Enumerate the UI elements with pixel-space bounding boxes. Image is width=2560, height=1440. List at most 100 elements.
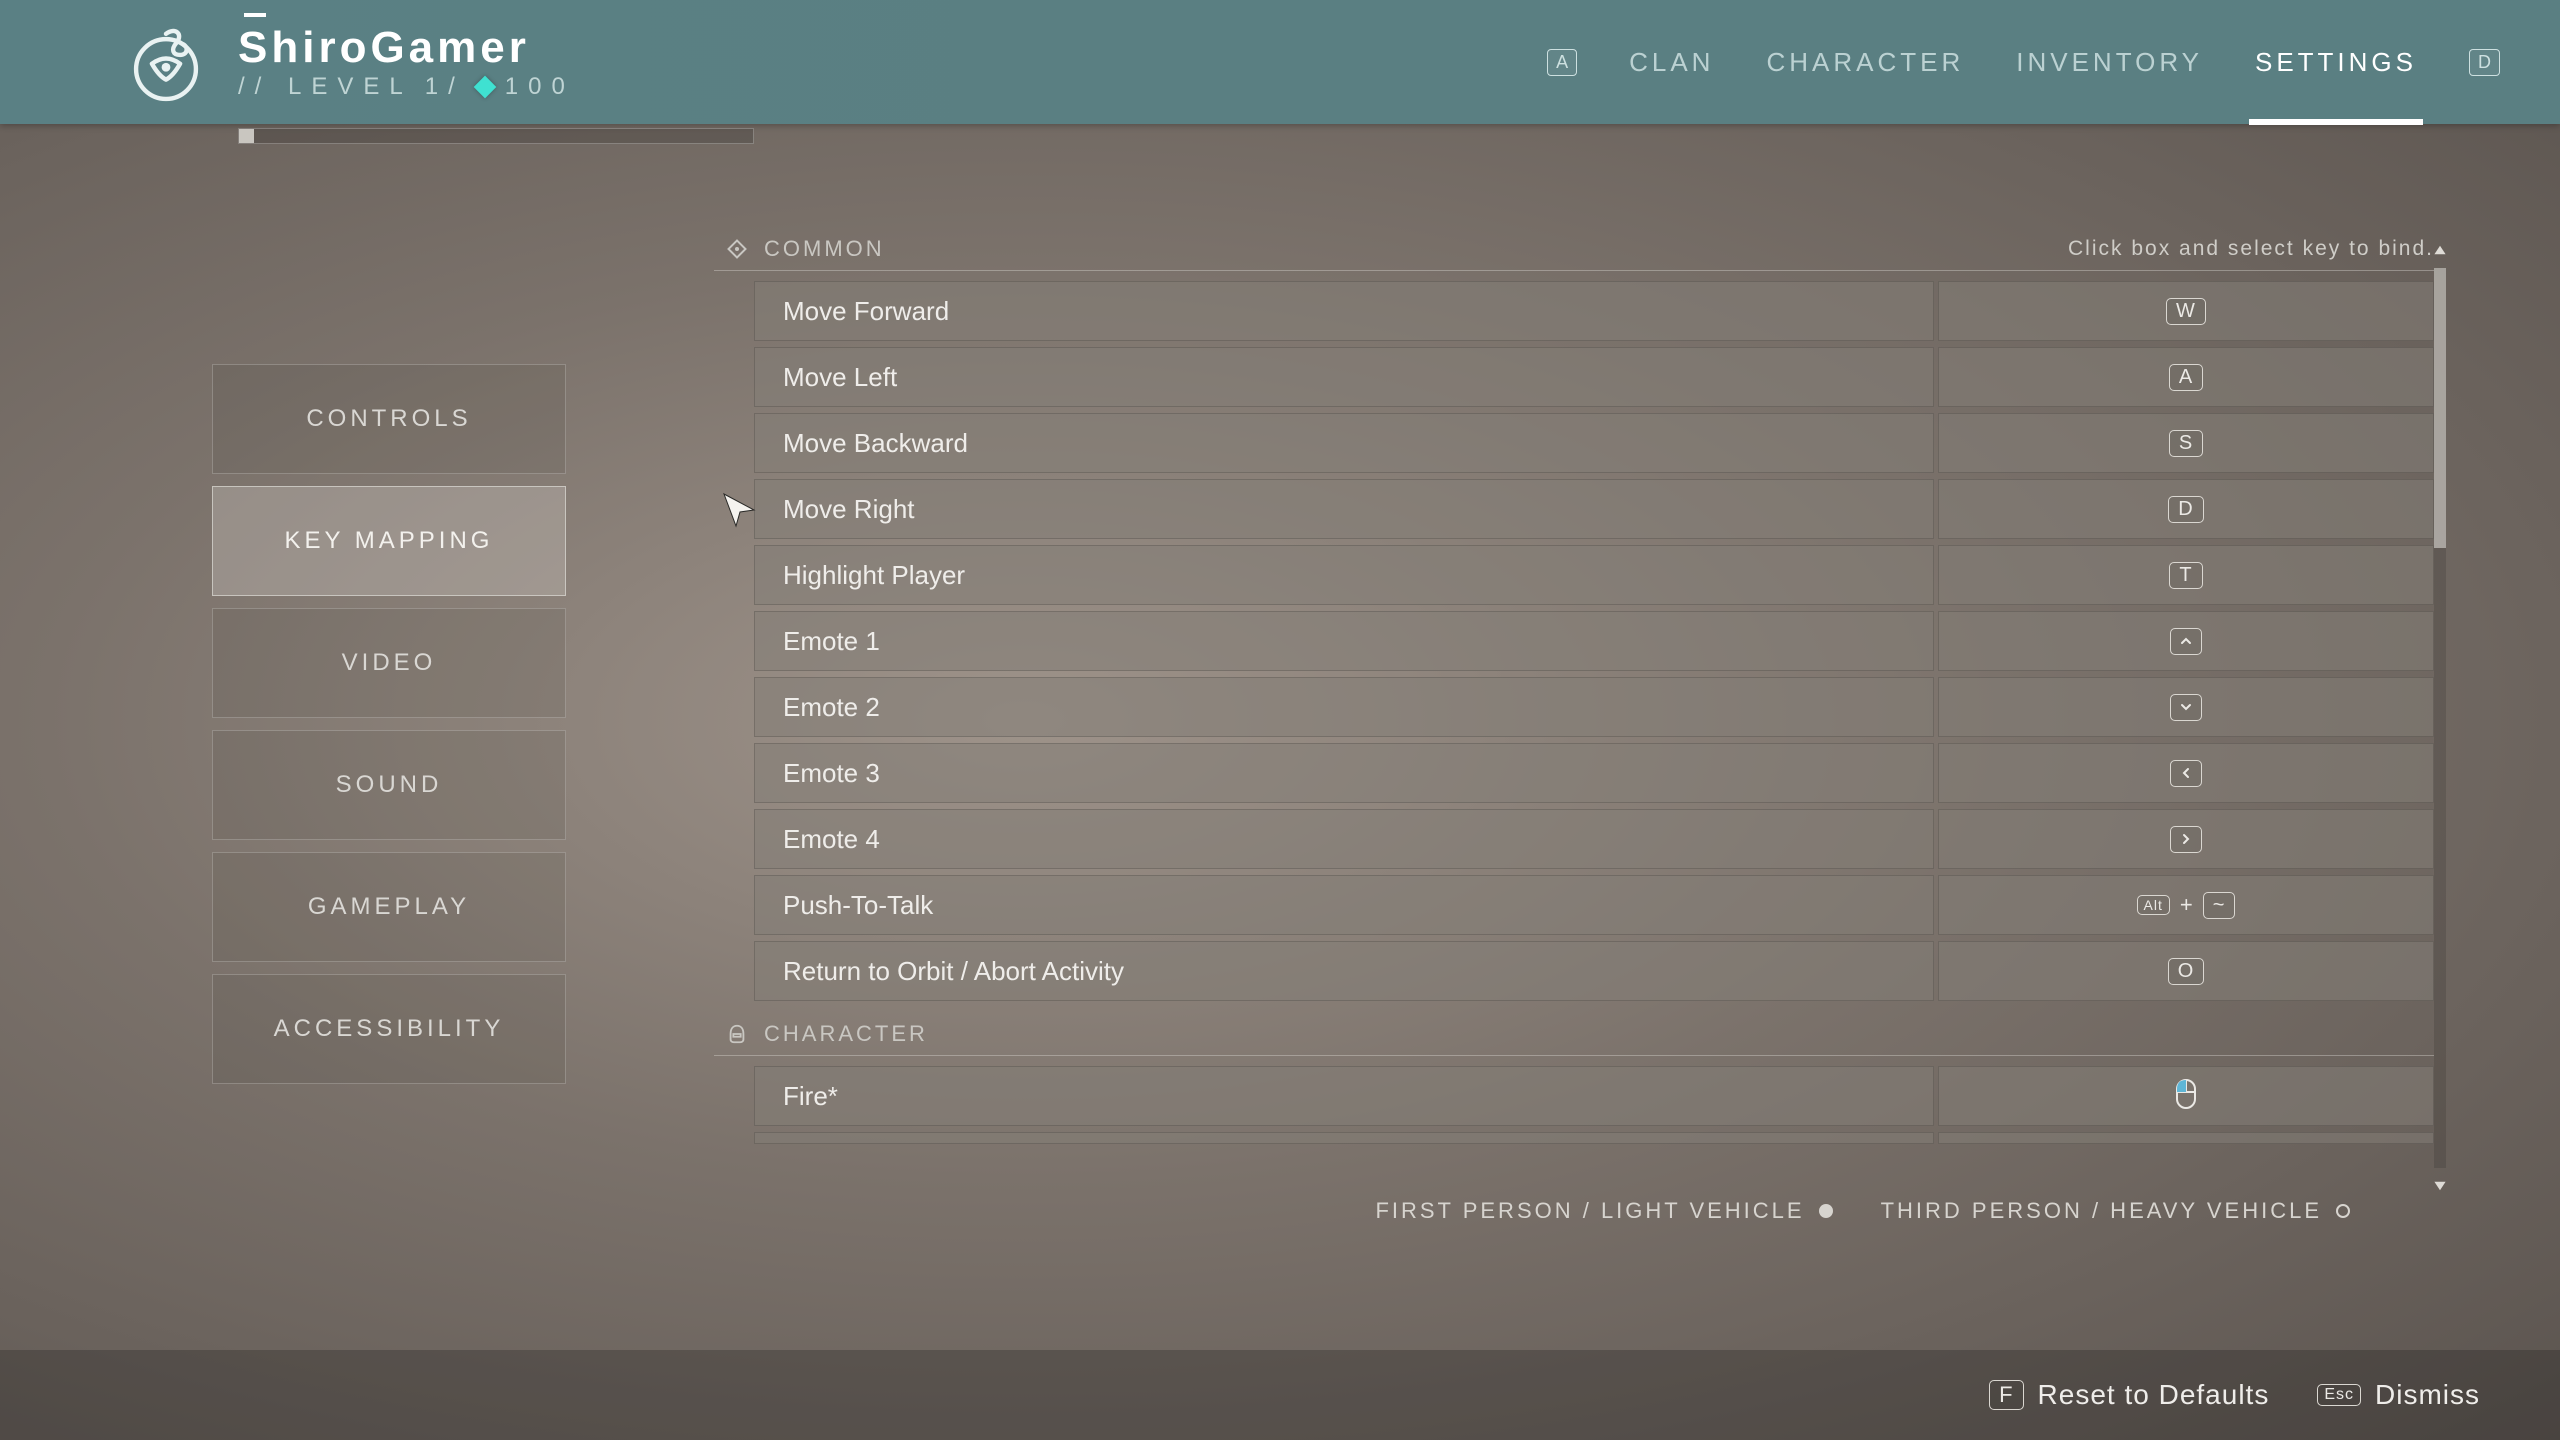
bottom-bar: F Reset to Defaults Esc Dismiss (0, 1350, 2560, 1440)
nav-next-hint: D (2469, 49, 2500, 76)
bind-key-emote-2[interactable] (1938, 677, 2434, 737)
legend-third: THIRD PERSON / HEAVY VEHICLE (1881, 1198, 2322, 1224)
bind-key-highlight-player[interactable]: T (1938, 545, 2434, 605)
bind-key-partial[interactable] (1938, 1132, 2434, 1144)
bind-label: Emote 3 (754, 743, 1934, 803)
bind-key-fire[interactable] (1938, 1066, 2434, 1126)
nav-prev-hint: A (1547, 49, 1577, 76)
top-nav: A CLAN CHARACTER INVENTORY SETTINGS D (1547, 47, 2500, 78)
section-rule (714, 270, 2434, 271)
bind-row-highlight-player: Highlight Player T (754, 545, 2434, 605)
keycap-tilde: ~ (2203, 892, 2236, 919)
level-prefix: // LEVEL (238, 73, 413, 101)
bind-label: Return to Orbit / Abort Activity (754, 941, 1934, 1001)
bind-row-emote-1: Emote 1 (754, 611, 2434, 671)
bind-row-fire: Fire* (754, 1066, 2434, 1126)
keycap: T (2169, 562, 2202, 589)
bind-label: Emote 1 (754, 611, 1934, 671)
reset-label: Reset to Defaults (2038, 1379, 2270, 1411)
scrollbar[interactable] (2426, 236, 2454, 1200)
bind-key-emote-4[interactable] (1938, 809, 2434, 869)
helmet-icon (724, 1021, 750, 1047)
section-character: CHARACTER Fire* (714, 1021, 2434, 1144)
scroll-track[interactable] (2434, 268, 2446, 1168)
legend-first: FIRST PERSON / LIGHT VEHICLE (1375, 1198, 1804, 1224)
arrow-up-icon (2170, 628, 2202, 655)
section-header-character: CHARACTER (714, 1021, 2434, 1047)
common-rows: Move Forward W Move Left A Move Backward… (714, 281, 2434, 1001)
bind-key-move-right[interactable]: D (1938, 479, 2434, 539)
level-row: // LEVEL 1/ 100 (238, 73, 575, 101)
key-combo: Alt + ~ (2137, 892, 2236, 919)
bind-key-emote-1[interactable] (1938, 611, 2434, 671)
scroll-down-icon[interactable] (2426, 1172, 2454, 1200)
player-cluster: ShiroGamer // LEVEL 1/ 100 (120, 16, 575, 108)
arrow-left-icon (2170, 760, 2202, 787)
player-name: ShiroGamer (238, 23, 575, 73)
nav-item-settings[interactable]: SETTINGS (2255, 47, 2417, 78)
bind-row-return-to-orbit: Return to Orbit / Abort Activity O (754, 941, 2434, 1001)
dot-outline-icon (2336, 1204, 2350, 1218)
sidebar-item-controls[interactable]: CONTROLS (212, 364, 566, 474)
keycap-dismiss: Esc (2317, 1384, 2361, 1406)
section-header-common: COMMON Click box and select key to bind. (714, 236, 2434, 262)
bind-label: Fire* (754, 1066, 1934, 1126)
level-value: 1/ (425, 73, 465, 101)
keycap: S (2169, 430, 2203, 457)
settings-sidebar: CONTROLS KEY MAPPING VIDEO SOUND GAMEPLA… (212, 364, 566, 1084)
bind-label: Emote 2 (754, 677, 1934, 737)
character-rows: Fire* (714, 1066, 2434, 1144)
scroll-thumb[interactable] (2434, 268, 2446, 548)
bind-key-move-left[interactable]: A (1938, 347, 2434, 407)
bind-key-emote-3[interactable] (1938, 743, 2434, 803)
key-mapping-content: COMMON Click box and select key to bind.… (714, 236, 2434, 1200)
keycap: O (2168, 958, 2205, 985)
keycap: A (2169, 364, 2203, 391)
sidebar-item-gameplay[interactable]: GAMEPLAY (212, 852, 566, 962)
sidebar-item-sound[interactable]: SOUND (212, 730, 566, 840)
dot-solid-icon (1819, 1204, 1833, 1218)
sidebar-item-key-mapping[interactable]: KEY MAPPING (212, 486, 566, 596)
reset-defaults-button[interactable]: F Reset to Defaults (1989, 1379, 2269, 1411)
bind-key-push-to-talk[interactable]: Alt + ~ (1938, 875, 2434, 935)
bind-key-return-to-orbit[interactable]: O (1938, 941, 2434, 1001)
bind-label: Move Forward (754, 281, 1934, 341)
bind-key-move-backward[interactable]: S (1938, 413, 2434, 473)
dismiss-button[interactable]: Esc Dismiss (2317, 1379, 2480, 1411)
bind-label: Highlight Player (754, 545, 1934, 605)
light-icon (473, 76, 496, 99)
bind-label: Move Backward (754, 413, 1934, 473)
bind-row-partial (754, 1132, 2434, 1144)
bind-label: Emote 4 (754, 809, 1934, 869)
xp-progress (238, 128, 754, 144)
sidebar-item-video[interactable]: VIDEO (212, 608, 566, 718)
nav-item-clan[interactable]: CLAN (1629, 47, 1714, 78)
section-title-character: CHARACTER (764, 1021, 928, 1047)
bind-row-move-right: Move Right D (754, 479, 2434, 539)
arrow-right-icon (2170, 826, 2202, 853)
game-logo-icon (120, 16, 212, 108)
keycap: D (2168, 496, 2203, 523)
bind-label: Push-To-Talk (754, 875, 1934, 935)
section-title-common: COMMON (764, 236, 885, 262)
nav-item-character[interactable]: CHARACTER (1766, 47, 1964, 78)
section-rule (714, 1055, 2434, 1056)
dismiss-label: Dismiss (2375, 1379, 2480, 1411)
light-value: 100 (505, 73, 575, 101)
xp-progress-fill (239, 129, 254, 143)
bind-row-emote-3: Emote 3 (754, 743, 2434, 803)
keycap-alt: Alt (2137, 895, 2170, 915)
bind-key-move-forward[interactable]: W (1938, 281, 2434, 341)
bind-label (754, 1132, 1934, 1144)
nav-item-inventory[interactable]: INVENTORY (2016, 47, 2203, 78)
keycap: W (2166, 298, 2206, 325)
bind-row-emote-4: Emote 4 (754, 809, 2434, 869)
bind-row-emote-2: Emote 2 (754, 677, 2434, 737)
sidebar-item-accessibility[interactable]: ACCESSIBILITY (212, 974, 566, 1084)
bind-row-move-forward: Move Forward W (754, 281, 2434, 341)
bind-row-move-backward: Move Backward S (754, 413, 2434, 473)
bind-row-move-left: Move Left A (754, 347, 2434, 407)
scroll-up-icon[interactable] (2426, 236, 2454, 264)
bind-label: Move Left (754, 347, 1934, 407)
top-bar: ShiroGamer // LEVEL 1/ 100 A CLAN CHARAC… (0, 0, 2560, 124)
